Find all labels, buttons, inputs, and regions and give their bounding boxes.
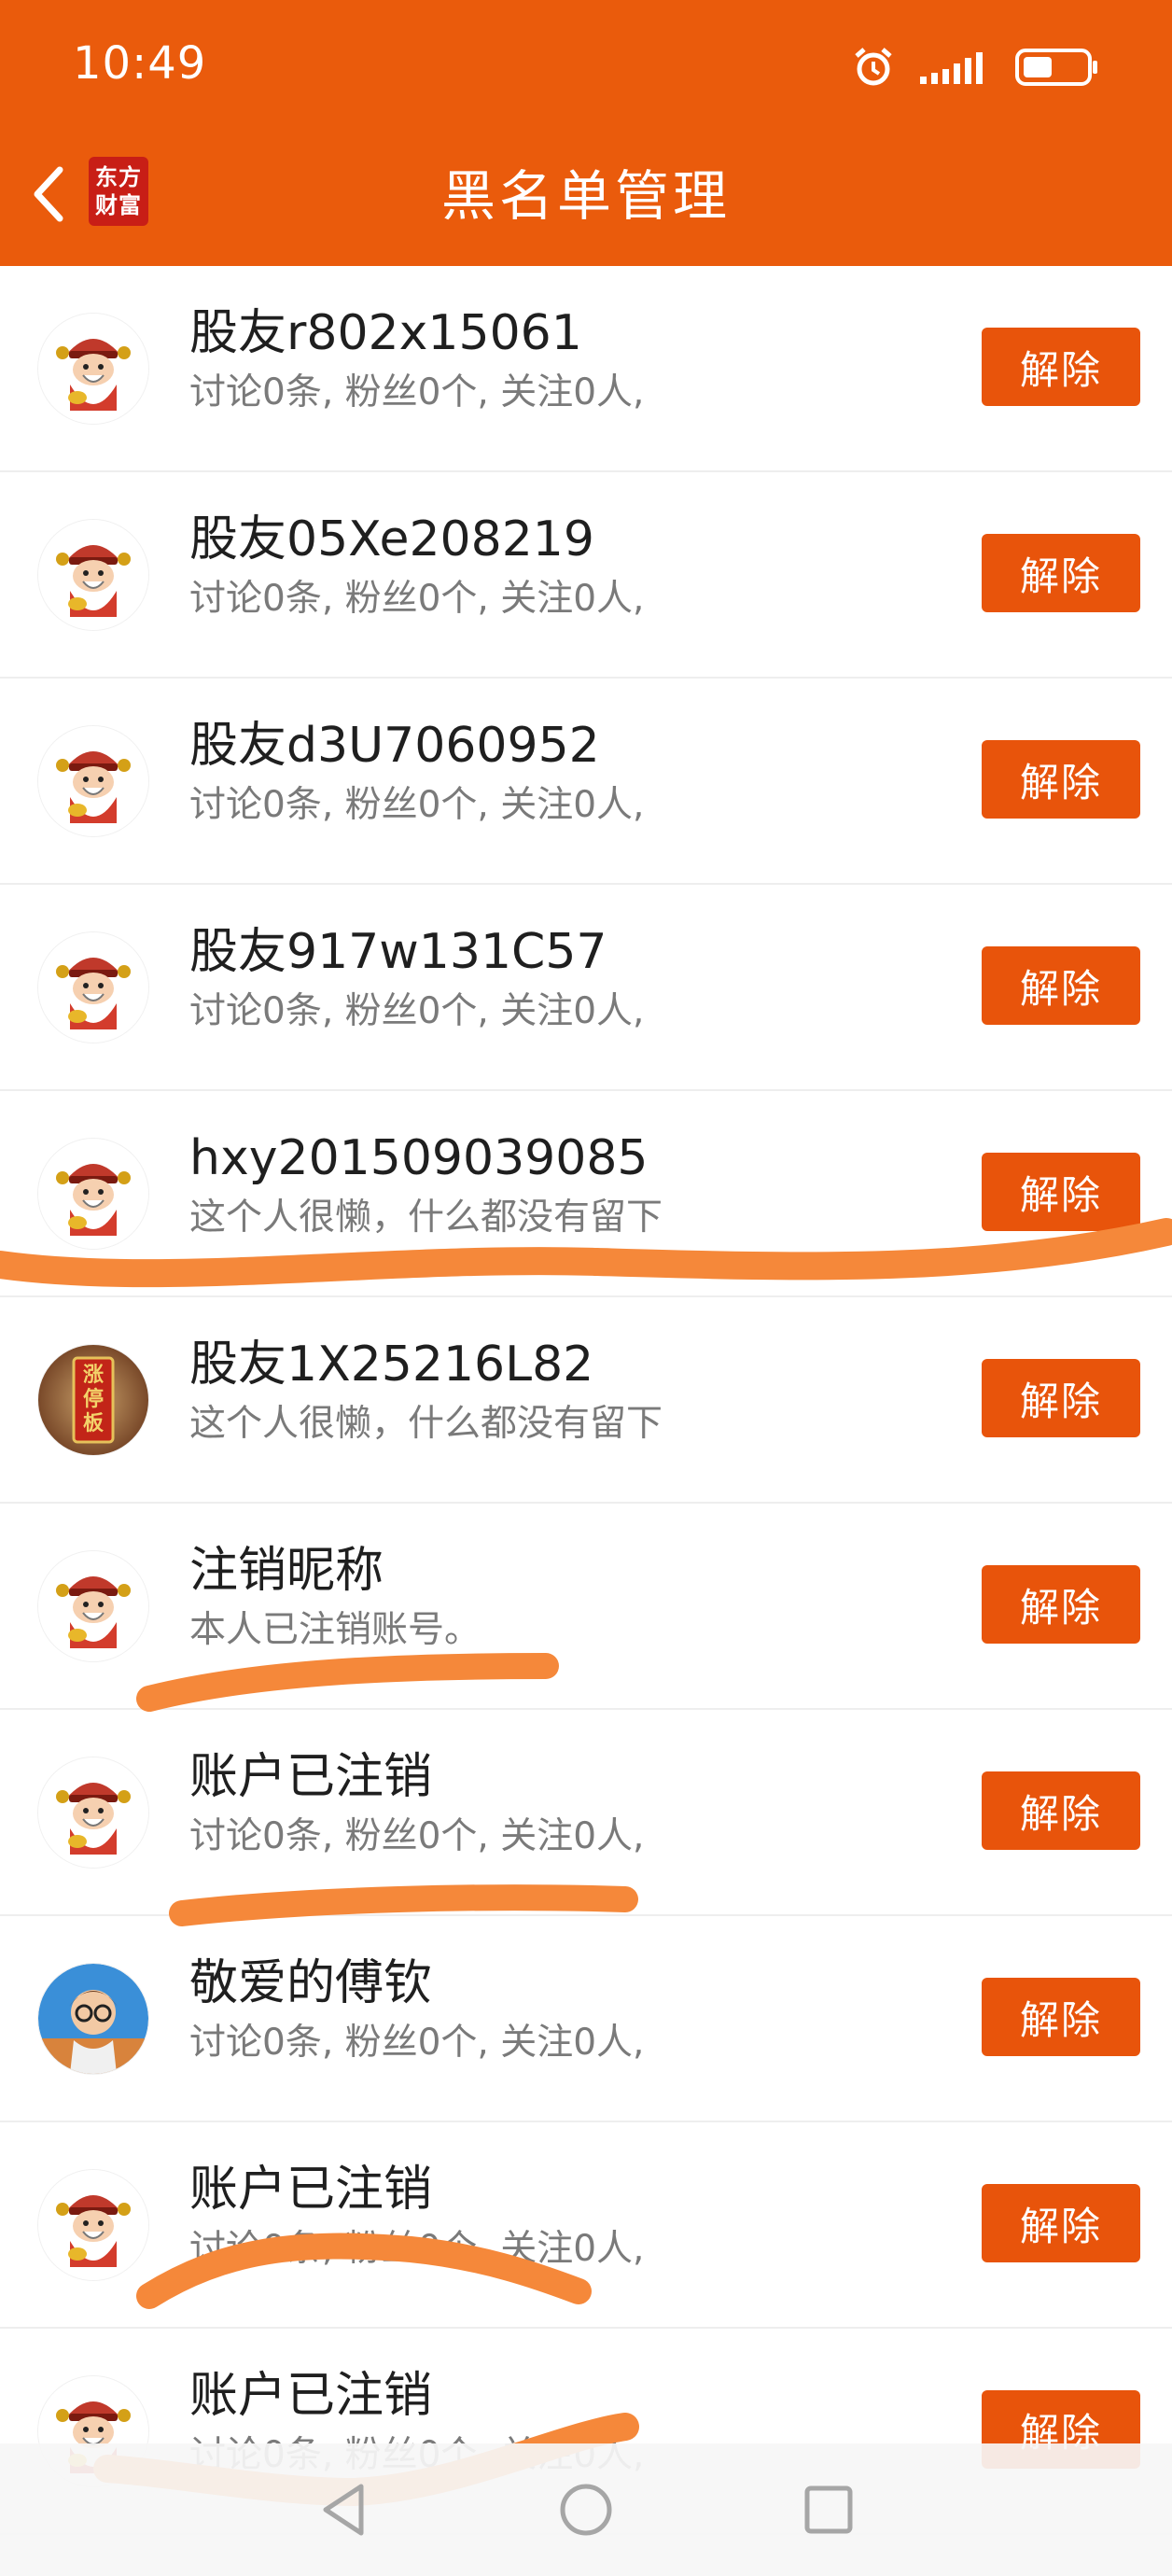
unblock-button[interactable]: 解除 [982,740,1140,819]
avatar[interactable] [37,313,149,425]
nav-back-icon[interactable] [313,2477,378,2542]
nav-recents-icon[interactable] [796,2477,861,2542]
list-item[interactable]: hxy201509039085 这个人很懒，什么都没有留下 解除 [0,1091,1172,1297]
username[interactable]: 股友d3U7060952 [189,716,600,776]
list-item[interactable]: 注销昵称本人已注销账号。 解除 [0,1504,1172,1710]
user-stats: 讨论0条, 粉丝0个, 关注0人, [189,371,645,413]
username[interactable]: 账户已注销 [189,2160,432,2219]
user-stats: 讨论0条, 粉丝0个, 关注0人, [189,1815,645,1857]
username[interactable]: 注销昵称 [189,1541,384,1601]
status-time: 10:49 [73,37,207,90]
username[interactable]: 账户已注销 [189,2366,432,2426]
list-item[interactable]: 账户已注销讨论0条, 粉丝0个, 关注0人, 解除 [0,1710,1172,1916]
avatar[interactable] [37,1757,149,1869]
avatar[interactable] [37,931,149,1043]
username[interactable]: 股友05Xe208219 [189,510,594,569]
username[interactable]: 股友917w131C57 [189,922,607,982]
user-stats: 讨论0条, 粉丝0个, 关注0人, [189,990,645,1032]
user-stats: 讨论0条, 粉丝0个, 关注0人, [189,784,645,826]
avatar[interactable] [37,2169,149,2281]
unblock-button[interactable]: 解除 [982,1565,1140,1644]
list-item[interactable]: 敬爱的傅钦讨论0条, 粉丝0个, 关注0人, 解除 [0,1916,1172,2122]
avatar[interactable] [37,1138,149,1250]
alarm-icon [855,48,892,86]
list-item[interactable]: 涨停板 股友1X25216L82 这个人很懒，什么都没有留下 解除 [0,1297,1172,1504]
unblock-button[interactable]: 解除 [982,328,1140,406]
list-item[interactable]: 股友05Xe208219 讨论0条, 粉丝0个, 关注0人, 解除 [0,472,1172,679]
unblock-button[interactable]: 解除 [982,1359,1140,1437]
username[interactable]: 股友r802x15061 [189,303,582,363]
user-stats: 讨论0条, 粉丝0个, 关注0人, [189,2022,645,2064]
list-item[interactable]: 账户已注销讨论0条, 粉丝0个, 关注0人, 解除 [0,2122,1172,2329]
username[interactable]: hxy201509039085 [189,1128,649,1188]
battery-icon [1015,49,1097,86]
user-stats: 这个人很懒，什么都没有留下 [189,1403,663,1445]
username[interactable]: 账户已注销 [189,1747,432,1807]
user-stats: 这个人很懒，什么都没有留下 [189,1197,663,1239]
username[interactable]: 股友1X25216L82 [189,1335,593,1394]
list-item[interactable]: 股友r802x15061 讨论0条, 粉丝0个, 关注0人, 解除 [0,266,1172,472]
avatar[interactable] [37,725,149,837]
system-nav-bar [0,2443,1172,2576]
avatar-text: 涨停板 [82,1364,104,1435]
list-item[interactable]: 股友d3U7060952 讨论0条, 粉丝0个, 关注0人, 解除 [0,679,1172,885]
avatar[interactable] [37,519,149,631]
user-stats: 讨论0条, 粉丝0个, 关注0人, [189,2228,645,2270]
unblock-button[interactable]: 解除 [982,1978,1140,2056]
signal-icon [920,52,983,84]
user-stats: 本人已注销账号。 [189,1609,481,1651]
nav-home-icon[interactable] [553,2477,619,2542]
avatar[interactable] [37,1963,149,2075]
unblock-button[interactable]: 解除 [982,2184,1140,2262]
list-item[interactable]: 股友917w131C57 讨论0条, 粉丝0个, 关注0人, 解除 [0,885,1172,1091]
status-icons [851,39,1099,95]
app-header: 10:49 东方 财富 黑名单管理 [0,0,1172,266]
user-stats: 讨论0条, 粉丝0个, 关注0人, [189,578,645,620]
blacklist: 股友r802x15061 讨论0条, 粉丝0个, 关注0人, 解除 股友05Xe20… [0,266,1172,2535]
unblock-button[interactable]: 解除 [982,1153,1140,1231]
avatar[interactable] [37,1550,149,1662]
unblock-button[interactable]: 解除 [982,946,1140,1025]
username[interactable]: 敬爱的傅钦 [189,1953,432,2013]
unblock-button[interactable]: 解除 [982,1771,1140,1850]
avatar[interactable]: 涨停板 [37,1344,149,1456]
unblock-button[interactable]: 解除 [982,534,1140,612]
page-title: 黑名单管理 [440,164,731,228]
